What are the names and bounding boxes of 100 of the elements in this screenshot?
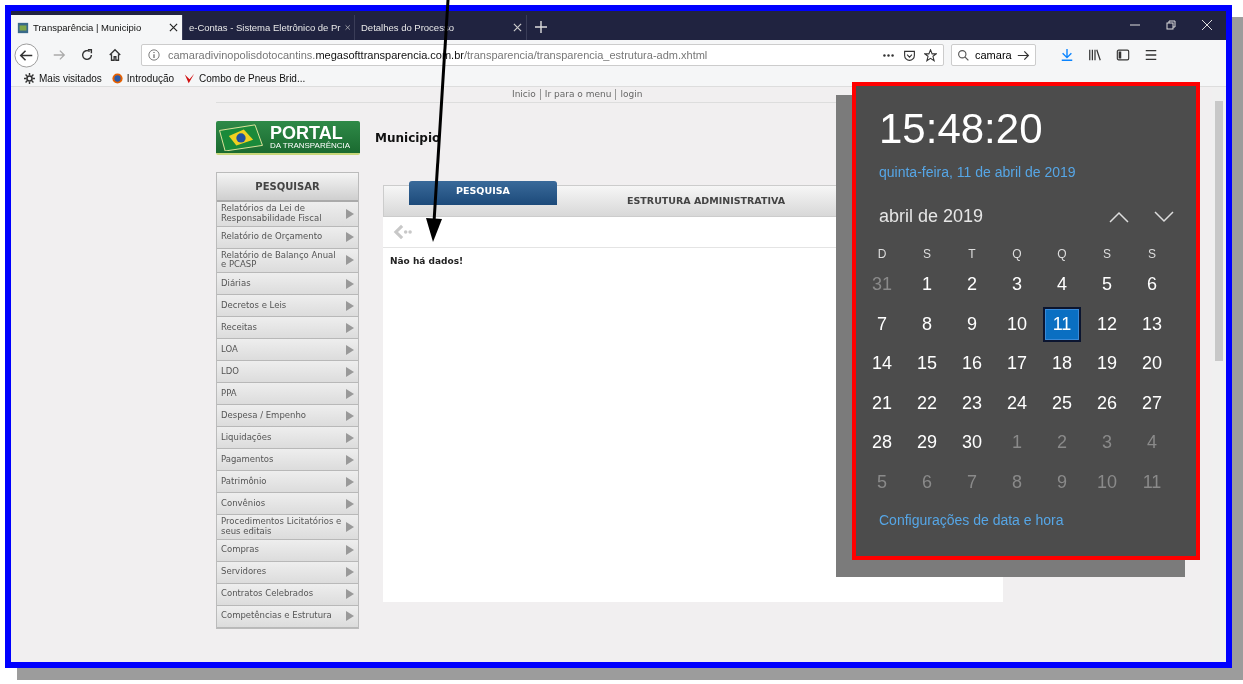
calendar-day[interactable]: 20: [1133, 346, 1171, 382]
chevron-down-icon[interactable]: [1154, 210, 1174, 223]
triangle-right-icon: [346, 545, 354, 556]
calendar-day[interactable]: 23: [953, 385, 991, 421]
content-tab[interactable]: PESQUISA: [409, 181, 557, 205]
sidebar-item[interactable]: Pagamentos: [217, 449, 358, 472]
weekday-label: S: [1103, 247, 1111, 261]
info-icon[interactable]: [148, 49, 160, 61]
reload-icon[interactable]: [80, 48, 94, 62]
sidebar-item[interactable]: Diárias: [217, 273, 358, 296]
sidebar-item[interactable]: Relatório de Orçamento: [217, 226, 358, 249]
calendar-day[interactable]: 19: [1088, 346, 1126, 382]
calendar-day[interactable]: 10: [998, 306, 1036, 342]
calendar-day[interactable]: 18: [1043, 346, 1081, 382]
calendar-day[interactable]: 26: [1088, 385, 1126, 421]
calendar-day[interactable]: 3: [998, 267, 1036, 303]
triangle-right-icon: [346, 567, 354, 578]
sidebar-item[interactable]: Contratos Celebrados: [217, 583, 358, 606]
site-favicon-icon: [17, 21, 29, 34]
calendar-day[interactable]: 7: [863, 306, 901, 342]
top-nav-link[interactable]: Inicio: [512, 89, 536, 99]
triangle-right-icon: [346, 498, 354, 509]
sidebar-item[interactable]: Receitas: [217, 317, 358, 340]
sidebar-item[interactable]: PPA: [217, 383, 358, 406]
sidebar-item[interactable]: Despesa / Empenho: [217, 405, 358, 428]
sidebar-item[interactable]: Convênios: [217, 493, 358, 516]
triangle-right-icon: [346, 344, 354, 355]
calendar-day[interactable]: 15: [908, 346, 946, 382]
calendar-day[interactable]: 25: [1043, 385, 1081, 421]
triangle-right-icon: [346, 410, 354, 421]
triangle-right-icon: [346, 432, 354, 443]
page-heading: Municipio: [375, 131, 441, 145]
sidebar-title: PESQUISAR: [217, 173, 358, 202]
triangle-right-icon: [346, 611, 354, 622]
weekday-label: S: [1148, 247, 1156, 261]
calendar-day[interactable]: 12: [1088, 306, 1126, 342]
triangle-right-icon: [346, 208, 354, 219]
sidebar-item[interactable]: LDO: [217, 361, 358, 384]
home-icon[interactable]: [108, 48, 122, 62]
new-tab-icon[interactable]: [535, 21, 547, 33]
sidebar-item[interactable]: Patrimônio: [217, 471, 358, 494]
download-icon[interactable]: [1060, 48, 1074, 62]
logo-title: PORTAL: [270, 124, 343, 142]
month-label[interactable]: abril de 2019: [879, 206, 1084, 227]
search-field[interactable]: camara: [951, 44, 1036, 66]
top-nav-link[interactable]: login: [620, 89, 643, 99]
sidebar-item[interactable]: Competências e Estrutura: [217, 605, 358, 628]
calendar-day[interactable]: 30: [953, 425, 991, 461]
calendar-day[interactable]: 13: [1133, 306, 1171, 342]
back-icon[interactable]: [14, 42, 39, 68]
calendar-day[interactable]: 8: [908, 306, 946, 342]
calendar-day[interactable]: 9: [953, 306, 991, 342]
chevron-up-icon[interactable]: [1109, 210, 1129, 223]
triangle-right-icon: [346, 476, 354, 487]
arrow-right-icon[interactable]: [1017, 48, 1030, 62]
top-nav-link[interactable]: Ir para o menu: [544, 89, 612, 99]
bookmark-item[interactable]: Mais visitados: [24, 72, 102, 84]
calendar-day[interactable]: 28: [863, 425, 901, 461]
menu-icon[interactable]: [1144, 48, 1158, 62]
calendar-day[interactable]: 21: [863, 385, 901, 421]
sidebar-item[interactable]: Servidores: [217, 561, 358, 584]
calendar-day[interactable]: 22: [908, 385, 946, 421]
shield-icon[interactable]: [903, 48, 916, 62]
bookmark-item[interactable]: Combo de Pneus Brid...: [184, 72, 306, 84]
triangle-right-icon: [346, 300, 354, 311]
library-icon[interactable]: [1088, 48, 1102, 62]
calendar-day[interactable]: 4: [1043, 267, 1081, 303]
calendar-day[interactable]: 1: [908, 267, 946, 303]
calendar-day[interactable]: 11: [1043, 306, 1081, 342]
portal-logo[interactable]: PORTAL DA TRANSPARÊNCIA: [216, 121, 360, 155]
weekday-label: S: [923, 247, 931, 261]
sidebar-item[interactable]: Relatórios da Lei de Responsabilidade Fiscal: [217, 202, 358, 227]
sidebar-item[interactable]: Decretos e Leis: [217, 295, 358, 318]
sidebar-item[interactable]: LOA: [217, 339, 358, 362]
content-tab[interactable]: ESTRUTURA ADMINISTRATIVA: [627, 186, 786, 206]
restore-icon[interactable]: [1166, 20, 1176, 30]
calendar-day[interactable]: 2: [953, 267, 991, 303]
calendar-day[interactable]: 24: [998, 385, 1036, 421]
star-icon[interactable]: [924, 48, 937, 62]
weekday-label: Q: [1057, 247, 1067, 261]
sidebar-item[interactable]: Liquidações: [217, 427, 358, 450]
sidebar-item[interactable]: Procedimentos Licitatórios e seus editais: [217, 515, 358, 540]
close-icon[interactable]: [169, 23, 178, 32]
triangle-right-icon: [346, 366, 354, 377]
calendar-day[interactable]: 14: [863, 346, 901, 382]
sidebar-icon[interactable]: [1116, 48, 1130, 62]
triangle-right-icon: [346, 454, 354, 465]
checkmark-icon: [184, 72, 196, 84]
calendar-day[interactable]: 6: [1133, 267, 1171, 303]
bookmark-item[interactable]: Introdução: [111, 72, 175, 84]
search-icon: [957, 48, 970, 62]
calendar-day[interactable]: 29: [908, 425, 946, 461]
sidebar-item[interactable]: Relatório de Balanço Anual e PCASP: [217, 248, 358, 274]
calendar-day[interactable]: 27: [1133, 385, 1171, 421]
calendar-day[interactable]: 17: [998, 346, 1036, 382]
sidebar-item[interactable]: Compras: [217, 539, 358, 562]
browser-tab[interactable]: Transparência | Municipio: [11, 15, 183, 40]
calendar-day[interactable]: 16: [953, 346, 991, 382]
calendar-day[interactable]: 5: [1088, 267, 1126, 303]
triangle-right-icon: [346, 255, 354, 266]
